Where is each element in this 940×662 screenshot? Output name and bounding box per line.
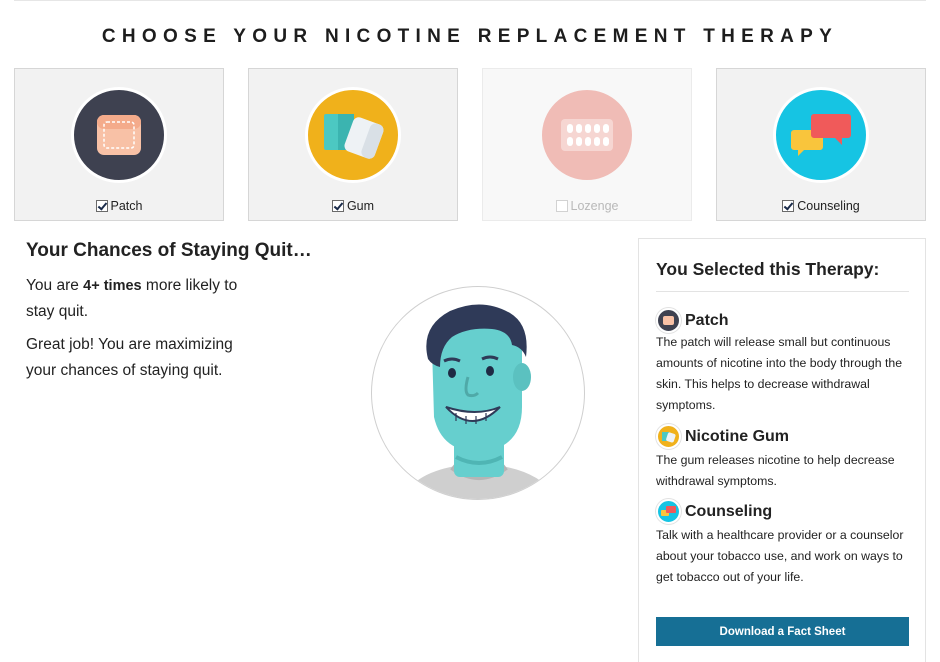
- chances-multiplier: 4+ times: [83, 278, 142, 294]
- counseling-icon: [773, 87, 869, 183]
- lozenge-icon: [539, 87, 635, 183]
- lozenge-checkbox: Lozenge: [483, 199, 691, 213]
- gum-icon: [305, 87, 401, 183]
- patch-icon: [71, 87, 167, 183]
- selected-item-patch: Patch: [656, 308, 729, 333]
- counseling-icon: [656, 499, 681, 524]
- therapy-card-patch[interactable]: Patch: [14, 68, 224, 221]
- lozenge-label: Lozenge: [570, 199, 619, 213]
- therapy-card-counseling[interactable]: Counseling: [716, 68, 926, 221]
- therapy-card-gum[interactable]: Gum: [248, 68, 458, 221]
- chances-likelihood-text: You are 4+ times more likely to stay qui…: [26, 277, 238, 320]
- selected-therapy-panel: You Selected this Therapy: Patch The pat…: [638, 238, 926, 662]
- checkbox-unchecked-icon: [555, 200, 568, 212]
- chances-title: Your Chances of Staying Quit…: [26, 240, 312, 261]
- gum-label: Gum: [346, 199, 375, 213]
- top-divider: [14, 0, 926, 1]
- checkbox-checked-icon[interactable]: [782, 200, 795, 212]
- patch-checkbox[interactable]: Patch: [15, 199, 223, 213]
- checkbox-checked-icon[interactable]: [95, 200, 108, 212]
- therapy-card-lozenge: Lozenge: [482, 68, 692, 221]
- checkbox-checked-icon[interactable]: [331, 200, 344, 212]
- avatar-illustration: [371, 286, 585, 500]
- gum-icon: [656, 424, 681, 449]
- patch-description: The patch will release small but continu…: [656, 335, 903, 412]
- panel-divider: [656, 291, 909, 292]
- counseling-checkbox[interactable]: Counseling: [717, 199, 925, 213]
- selected-item-counseling: Counseling: [656, 499, 772, 524]
- counseling-label: Counseling: [797, 199, 860, 213]
- gum-checkbox[interactable]: Gum: [249, 199, 457, 213]
- download-fact-sheet-button[interactable]: Download a Fact Sheet: [656, 617, 909, 646]
- page-title: CHOOSE YOUR NICOTINE REPLACEMENT THERAPY: [101, 26, 839, 47]
- selected-item-gum: Nicotine Gum: [656, 424, 789, 449]
- patch-label: Patch: [110, 199, 143, 213]
- patch-icon: [656, 308, 681, 333]
- gum-description: The gum releases nicotine to help decrea…: [656, 453, 895, 488]
- counseling-description: Talk with a healthcare provider or a cou…: [656, 528, 904, 584]
- chances-encouragement: Great job! You are maximizing your chanc…: [26, 336, 233, 379]
- panel-title: You Selected this Therapy:: [656, 259, 880, 279]
